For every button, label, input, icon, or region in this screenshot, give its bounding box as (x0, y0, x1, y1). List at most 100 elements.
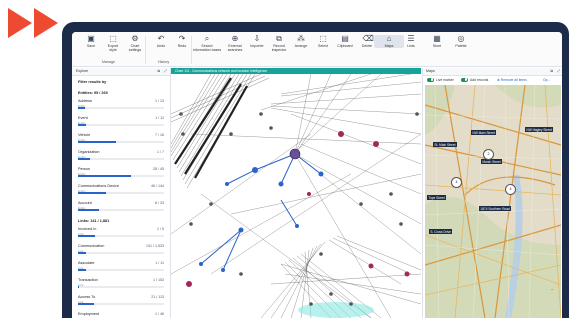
map-view[interactable]: NW Main Street St. Main Street NW Hagley… (425, 85, 561, 318)
link-filter-row[interactable]: Transaction Link 1 / 153 (78, 278, 164, 289)
record-inspector-icon: ⧉ (276, 34, 282, 43)
zoom-out-icon[interactable]: − (551, 288, 553, 292)
network-chart[interactable]: Chart 1/3 - Communications network and l… (171, 68, 421, 318)
expand-icon[interactable]: ⤢ (557, 68, 560, 75)
importer-label: Importer (250, 44, 264, 48)
link-blue-group (200, 153, 322, 271)
link-filter-row[interactable]: Associate Link 1 / 11 (78, 261, 164, 272)
entity-filter-row[interactable]: Communications Device Entity 46 / 144 (78, 184, 164, 195)
live-marker-label: Live marker (436, 77, 454, 82)
importer-icon: ⇩ (253, 34, 261, 43)
filter-bar-fill (78, 269, 86, 271)
maps-panel: Maps ⧉ ⤢ Live marker Add records ⊗ Remov… (422, 68, 562, 318)
map-label[interactable]: Marsh Street (481, 159, 503, 165)
undo-icon: ↶ (157, 34, 165, 43)
export-style-label: Export style (107, 44, 119, 53)
explore-panel-header: Explore ⧉ ⤢ (72, 68, 170, 76)
map-label[interactable]: NW Hagley Street (525, 127, 554, 133)
link-filter-row[interactable]: Communication Link 131 / 1,533 (78, 244, 164, 255)
chart-settings-label: Chart settings (128, 44, 142, 53)
arrange-icon: ⁂ (297, 34, 305, 43)
search-information-bases-label: Search information bases (192, 44, 222, 53)
map-cluster[interactable]: 2 (483, 149, 494, 160)
filter-bar-fill (78, 303, 95, 305)
filter-count: 131 / 1,533 (146, 244, 164, 248)
select-label: Select (318, 44, 328, 48)
link-filter-row[interactable]: Involved In Link 1 / 5 (78, 227, 164, 238)
redo-label: Redo (177, 44, 187, 48)
map-label[interactable]: S. Cross Drive (429, 229, 453, 235)
redo-icon: ↷ (178, 34, 186, 43)
map-label[interactable]: Tope Street (427, 195, 447, 201)
entity-filter-row[interactable]: Address Entity 1 / 13 (78, 99, 164, 110)
explore-panel-title: Explore (76, 69, 89, 73)
popout-icon[interactable]: ⧉ (157, 68, 160, 75)
filter-name: Event (78, 116, 88, 120)
more-options-button[interactable]: Op... (543, 78, 550, 82)
map-cluster[interactable]: 4 (451, 177, 462, 188)
link-filter-row[interactable]: EmploymentLink1 / 46 (78, 312, 164, 318)
group-label-history: History (158, 60, 170, 64)
delete-label: Delete (361, 44, 373, 48)
maps-panel-header: Maps ⧉ ⤢ (423, 68, 562, 76)
filter-bar-fill (78, 235, 96, 237)
brand-triangle-right (34, 8, 58, 38)
record-inspector-label: Record inspector (271, 44, 287, 53)
filter-bar-fill (78, 175, 132, 177)
map-label[interactable]: 1874 Southern Road (479, 206, 512, 212)
filter-bar-fill (78, 124, 86, 126)
filter-count: 21 / 113 (151, 295, 164, 299)
clipboard-label: Clipboard (337, 44, 353, 48)
clipboard-icon: ▤ (341, 34, 349, 43)
filter-name: Organization (78, 150, 100, 154)
network-graph-canvas[interactable] (171, 74, 421, 318)
filter-bar-fill (78, 192, 106, 194)
filter-name: Vehicle (78, 133, 91, 137)
filter-name: Account (78, 201, 92, 205)
maps-label: Maps (384, 44, 394, 48)
filter-bar (78, 235, 164, 237)
filter-bar-fill (78, 286, 79, 288)
filter-bar (78, 252, 164, 254)
palette-button[interactable]: ◎ Palette (446, 35, 476, 49)
entity-filter-row[interactable]: Vehicle Entity 7 / 16 (78, 133, 164, 144)
filter-name: Involved In (78, 227, 97, 231)
filter-bar-fill (78, 107, 85, 109)
live-marker-toggle[interactable] (427, 77, 434, 82)
search-icon: ⌕ (204, 34, 210, 43)
popout-icon[interactable]: ⧉ (550, 68, 553, 75)
ribbon-toolbar: ▣ Save ⬚ Export style ⚙ Chart settings ↶ Und… (72, 32, 562, 67)
filter-count: 1 / 7 (157, 150, 164, 154)
map-label[interactable]: NW Main Street (471, 130, 497, 136)
map-toolbar: Live marker Add records ⊗ Remove all ite… (423, 76, 562, 84)
gear-icon: ⚙ (131, 34, 139, 43)
filter-count: 1 / 11 (155, 116, 164, 120)
filter-name: Communication (78, 244, 105, 248)
map-label[interactable]: St. Main Street (433, 142, 457, 148)
explore-panel: Explore ⧉ ⤢ Filter results by Entities: … (72, 68, 171, 318)
entity-filter-row[interactable]: Organization Entity 1 / 7 (78, 150, 164, 161)
external-searches-label: External searches (227, 44, 243, 53)
filter-bar (78, 175, 164, 177)
filter-count: 1 / 5 (157, 227, 164, 231)
filter-count: 1 / 13 (155, 99, 164, 103)
filter-name: Person (78, 167, 91, 171)
search-information-bases-button[interactable]: ⌕ Search information bases (190, 34, 224, 53)
filter-bar (78, 286, 164, 288)
entity-filter-row[interactable]: Account Entity 8 / 33 (78, 201, 164, 212)
filter-bar-fill (78, 158, 91, 160)
filter-name: Associate (78, 261, 95, 265)
entity-filter-row[interactable]: Event Entity 1 / 11 (78, 116, 164, 127)
store-icon: ▦ (433, 34, 441, 43)
expand-icon[interactable]: ⤢ (164, 68, 167, 75)
arrange-label: Arrange (294, 44, 308, 48)
filter-name: Access To (78, 295, 96, 299)
add-records-toggle[interactable] (461, 77, 468, 82)
filter-name: Employment (78, 312, 100, 316)
save-label: Save (86, 44, 96, 48)
entity-filter-row[interactable]: Person Entity 28 / 45 (78, 167, 164, 178)
remove-all-button[interactable]: ⊗ Remove all items (497, 78, 527, 82)
filter-name: Transaction (78, 278, 98, 282)
map-cluster[interactable]: 4 (505, 184, 516, 195)
link-filter-row[interactable]: Access To Link 21 / 113 (78, 295, 164, 306)
